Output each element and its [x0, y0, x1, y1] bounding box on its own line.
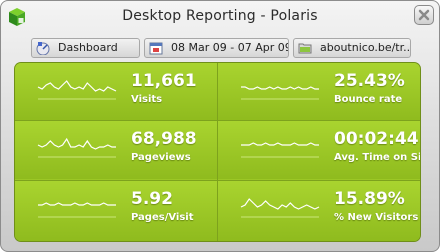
date-range-button[interactable]: 08 Mar 09 - 07 Apr 09 [144, 38, 289, 58]
sparkline-series [241, 86, 319, 90]
folder-icon [298, 41, 312, 55]
metric-bounce-rate[interactable]: 25.43% Bounce rate [218, 63, 420, 121]
metric-label: Bounce rate [334, 94, 403, 105]
metric-label: Pageviews [131, 152, 191, 163]
sparkline-series [241, 142, 319, 146]
sparkline-series [240, 198, 320, 210]
metric-value: 25.43% [334, 71, 405, 91]
app-window: Desktop Reporting - Polaris Dashboard 08… [0, 0, 440, 252]
close-icon [418, 9, 430, 21]
divider [217, 63, 218, 241]
sparkline-series [37, 80, 117, 92]
site-profile-button[interactable]: aboutnico.be/tr... [293, 38, 411, 58]
avg-time-sparkline [241, 142, 319, 158]
date-range-label: 08 Mar 09 - 07 Apr 09 [171, 41, 289, 54]
calendar-icon [149, 41, 163, 55]
new-visitors-sparkline [240, 198, 320, 218]
metric-pageviews[interactable]: 68,988 Pageviews [15, 121, 217, 179]
dashboard-icon [36, 41, 50, 56]
metric-label: Avg. Time on Site [334, 152, 420, 163]
metrics-panel: 11,661 Visits 25.43% Bounce rate 68,988 … [15, 63, 420, 241]
site-path-label: aboutnico.be/tr... [320, 41, 411, 54]
bounce-rate-sparkline [241, 86, 319, 100]
dashboard-button[interactable]: Dashboard [31, 38, 140, 58]
metric-label: Pages/Visit [131, 212, 194, 223]
visits-sparkline [37, 80, 117, 100]
window-title: Desktop Reporting - Polaris [122, 8, 318, 24]
metric-value: 5.92 [131, 189, 173, 209]
metric-visits[interactable]: 11,661 Visits [15, 63, 217, 121]
close-button[interactable] [414, 5, 434, 25]
metric-pages-visit[interactable]: 5.92 Pages/Visit [15, 181, 217, 241]
toolbar: Dashboard 08 Mar 09 - 07 Apr 09 aboutnic… [31, 38, 431, 58]
metric-label: Visits [131, 94, 163, 105]
metric-label: % New Visitors [334, 212, 419, 223]
metric-avg-time[interactable]: 00:02:44 Avg. Time on Site [218, 121, 420, 179]
pages-visit-sparkline [38, 202, 116, 218]
pageviews-sparkline [37, 137, 116, 158]
sparkline-series [38, 202, 116, 206]
metric-new-visitors[interactable]: 15.89% % New Visitors [218, 181, 420, 241]
metric-value: 00:02:44 [334, 129, 419, 149]
title-bar[interactable]: Desktop Reporting - Polaris [1, 1, 439, 33]
metric-value: 11,661 [131, 71, 197, 91]
metric-value: 68,988 [131, 129, 197, 149]
dashboard-label: Dashboard [58, 41, 118, 54]
metric-value: 15.89% [334, 189, 405, 209]
sparkline-series [37, 137, 116, 150]
